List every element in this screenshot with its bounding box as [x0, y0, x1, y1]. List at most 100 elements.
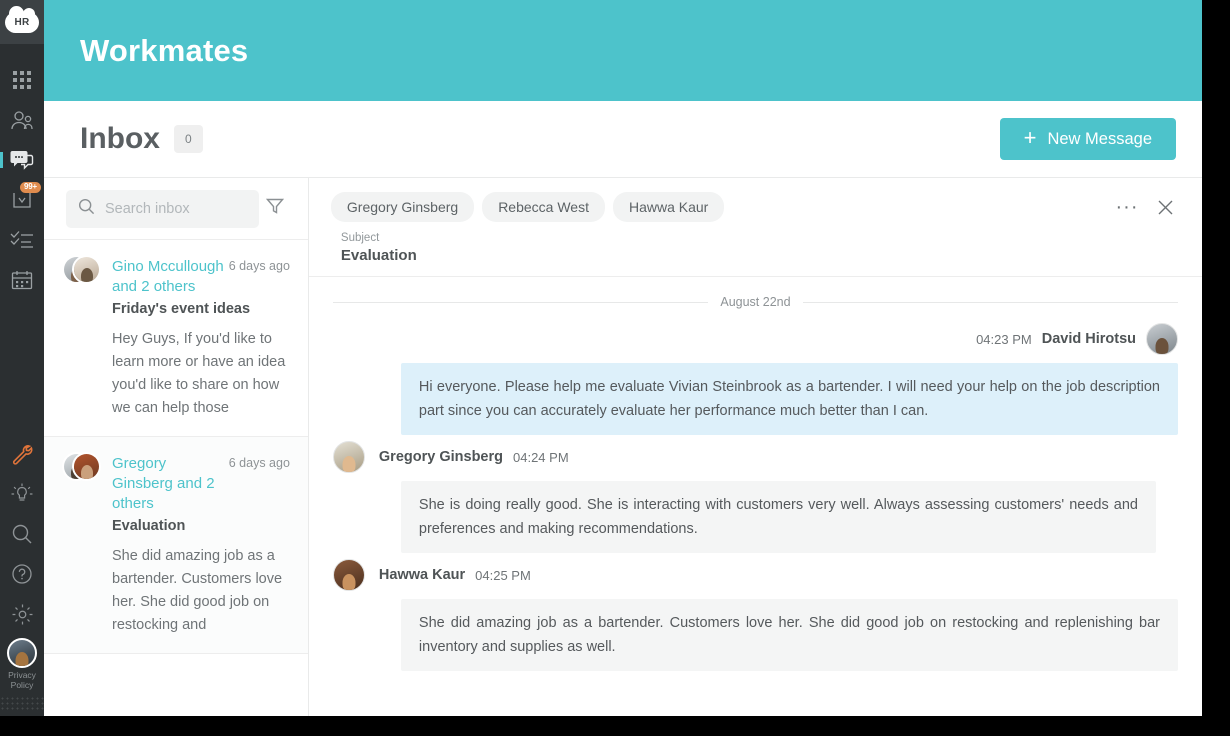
conversation-participants: Gino Mccullough and 2 others [112, 258, 224, 295]
message-time: 04:25 PM [475, 567, 531, 583]
message-author: Gregory Ginsberg [378, 449, 503, 465]
message-incoming: Gregory Ginsberg 04:24 PM She is doing r… [332, 441, 1178, 553]
left-icon-rail: HR 99+ Privacy Policy [0, 0, 44, 716]
avatar [332, 559, 365, 591]
message-meta: Hawwa Kaur 04:25 PM [332, 559, 1178, 591]
rail-bottom-items: Privacy Policy [0, 434, 44, 716]
filter-button[interactable] [259, 190, 292, 228]
message-bubble: She did amazing job as a bartender. Cust… [400, 599, 1178, 671]
inbox-body: Gino Mccullough and 2 others 6 days ago … [44, 177, 1202, 716]
gear-icon [11, 603, 34, 626]
subject-value: Evaluation [340, 247, 417, 264]
privacy-line-2: Policy [10, 680, 34, 690]
sidebar-item-messages[interactable] [0, 140, 44, 180]
thread-pane: Gregory Ginsberg Rebecca West Hawwa Kaur… [308, 178, 1202, 716]
lightbulb-icon [11, 483, 33, 505]
page-title: Inbox [80, 122, 160, 155]
privacy-policy-link[interactable]: Privacy Policy [0, 670, 44, 696]
sidebar-item-notifications[interactable]: 99+ [0, 180, 44, 220]
message-meta: Gregory Ginsberg 04:24 PM [332, 441, 1178, 473]
cloud-icon: HR [5, 5, 39, 33]
avatar-current-user[interactable] [7, 638, 37, 668]
search-icon [11, 523, 33, 545]
inbox-count-badge: 0 [174, 125, 203, 153]
notification-badge: 99+ [20, 182, 41, 193]
plus-icon: + [1023, 125, 1037, 150]
conversation-snippet: She did amazing job as a bartender. Cust… [112, 548, 283, 633]
search-box[interactable] [66, 189, 259, 228]
chat-bubble-icon [10, 150, 34, 170]
logo-text: HR [14, 16, 30, 28]
date-separator: August 22nd [333, 295, 1178, 309]
new-message-button[interactable]: + New Message [999, 118, 1176, 160]
conversation-subject: Evaluation [112, 518, 186, 534]
message-bubble: Hi everyone. Please help me evaluate Viv… [400, 363, 1178, 435]
rail-texture [0, 696, 44, 712]
recipient-chip[interactable]: Hawwa Kaur [612, 192, 725, 222]
app-window: HR 99+ Privacy Policy Workmates Inbox 0 … [0, 0, 1230, 736]
recipient-chip[interactable]: Gregory Ginsberg [330, 192, 475, 222]
checklist-icon [10, 231, 34, 249]
subject-label: Subject [340, 232, 380, 244]
search-row [44, 178, 308, 240]
message-time: 04:23 PM [976, 331, 1032, 347]
grid-apps-icon [13, 71, 31, 89]
recipient-chip[interactable]: Rebecca West [482, 192, 605, 222]
avatar-stack [62, 452, 102, 482]
new-message-label: New Message [1047, 129, 1152, 148]
sidebar-item-calendar[interactable] [0, 260, 44, 300]
sidebar-item-tools[interactable] [0, 434, 44, 474]
app-topbar: Workmates [44, 0, 1202, 101]
conversation-subject: Friday's event ideas [112, 301, 251, 317]
recipient-chips: Gregory Ginsberg Rebecca West Hawwa Kaur… [330, 192, 1180, 222]
sidebar-item-settings[interactable] [0, 594, 44, 634]
main-panel: Workmates Inbox 0 + New Message Search i… [44, 0, 1202, 716]
sidebar-item-help[interactable] [0, 554, 44, 594]
message-time: 04:24 PM [513, 449, 569, 465]
close-icon[interactable] [1150, 192, 1180, 222]
conversation-timestamp: 6 days ago [228, 259, 290, 273]
filter-funnel-icon [266, 197, 285, 220]
conversation-timestamp: 6 days ago [228, 456, 290, 470]
sidebar-item-ideas[interactable] [0, 474, 44, 514]
conversation-snippet: Hey Guys, If you'd like to learn more or… [112, 331, 286, 416]
conversation-header: Gino Mccullough and 2 others 6 days ago [62, 254, 290, 297]
more-options-icon[interactable]: ··· [1112, 192, 1142, 222]
message-incoming: Hawwa Kaur 04:25 PM She did amazing job … [332, 559, 1178, 671]
avatar-stack [62, 255, 102, 285]
conversation-participants: Gregory Ginsberg and 2 others [112, 455, 215, 512]
thread-header: Gregory Ginsberg Rebecca West Hawwa Kaur… [308, 178, 1202, 277]
conversation-item[interactable]: Gregory Ginsberg and 2 others 6 days ago… [44, 437, 308, 654]
search-icon [78, 198, 95, 220]
inbox-tray-icon [11, 190, 33, 210]
hr-logo[interactable]: HR [0, 0, 44, 44]
message-outgoing: 04:23 PM David Hirotsu Hi everyone. Plea… [333, 323, 1178, 435]
search-input[interactable] [105, 200, 247, 217]
people-icon [10, 110, 34, 130]
sidebar-item-search[interactable] [0, 514, 44, 554]
sidebar-item-apps[interactable] [0, 60, 44, 100]
rail-primary-items: 99+ [0, 60, 44, 300]
calendar-icon [11, 270, 33, 290]
subject-block: Subject Evaluation [331, 222, 1180, 276]
page-header: Inbox 0 + New Message [44, 101, 1202, 177]
conversation-list-pane: Gino Mccullough and 2 others 6 days ago … [44, 178, 309, 716]
message-thread: August 22nd 04:23 PM David Hirotsu Hi ev… [309, 277, 1202, 716]
date-separator-label: August 22nd [720, 295, 791, 309]
message-bubble: She is doing really good. She is interac… [400, 481, 1156, 553]
conversation-header: Gregory Ginsberg and 2 others 6 days ago [62, 451, 290, 514]
conversation-item[interactable]: Gino Mccullough and 2 others 6 days ago … [44, 240, 308, 437]
avatar [72, 255, 101, 284]
message-author: David Hirotsu [1041, 331, 1136, 347]
wrench-icon [10, 442, 34, 466]
sidebar-item-tasks[interactable] [0, 220, 44, 260]
avatar [332, 441, 365, 473]
sidebar-item-people[interactable] [0, 100, 44, 140]
message-author: Hawwa Kaur [378, 567, 466, 583]
conversation-list: Gino Mccullough and 2 others 6 days ago … [44, 240, 308, 716]
help-circle-icon [11, 563, 33, 585]
avatar [1146, 323, 1178, 355]
avatar [72, 452, 101, 481]
message-meta: 04:23 PM David Hirotsu [333, 323, 1178, 355]
app-title: Workmates [80, 32, 249, 68]
